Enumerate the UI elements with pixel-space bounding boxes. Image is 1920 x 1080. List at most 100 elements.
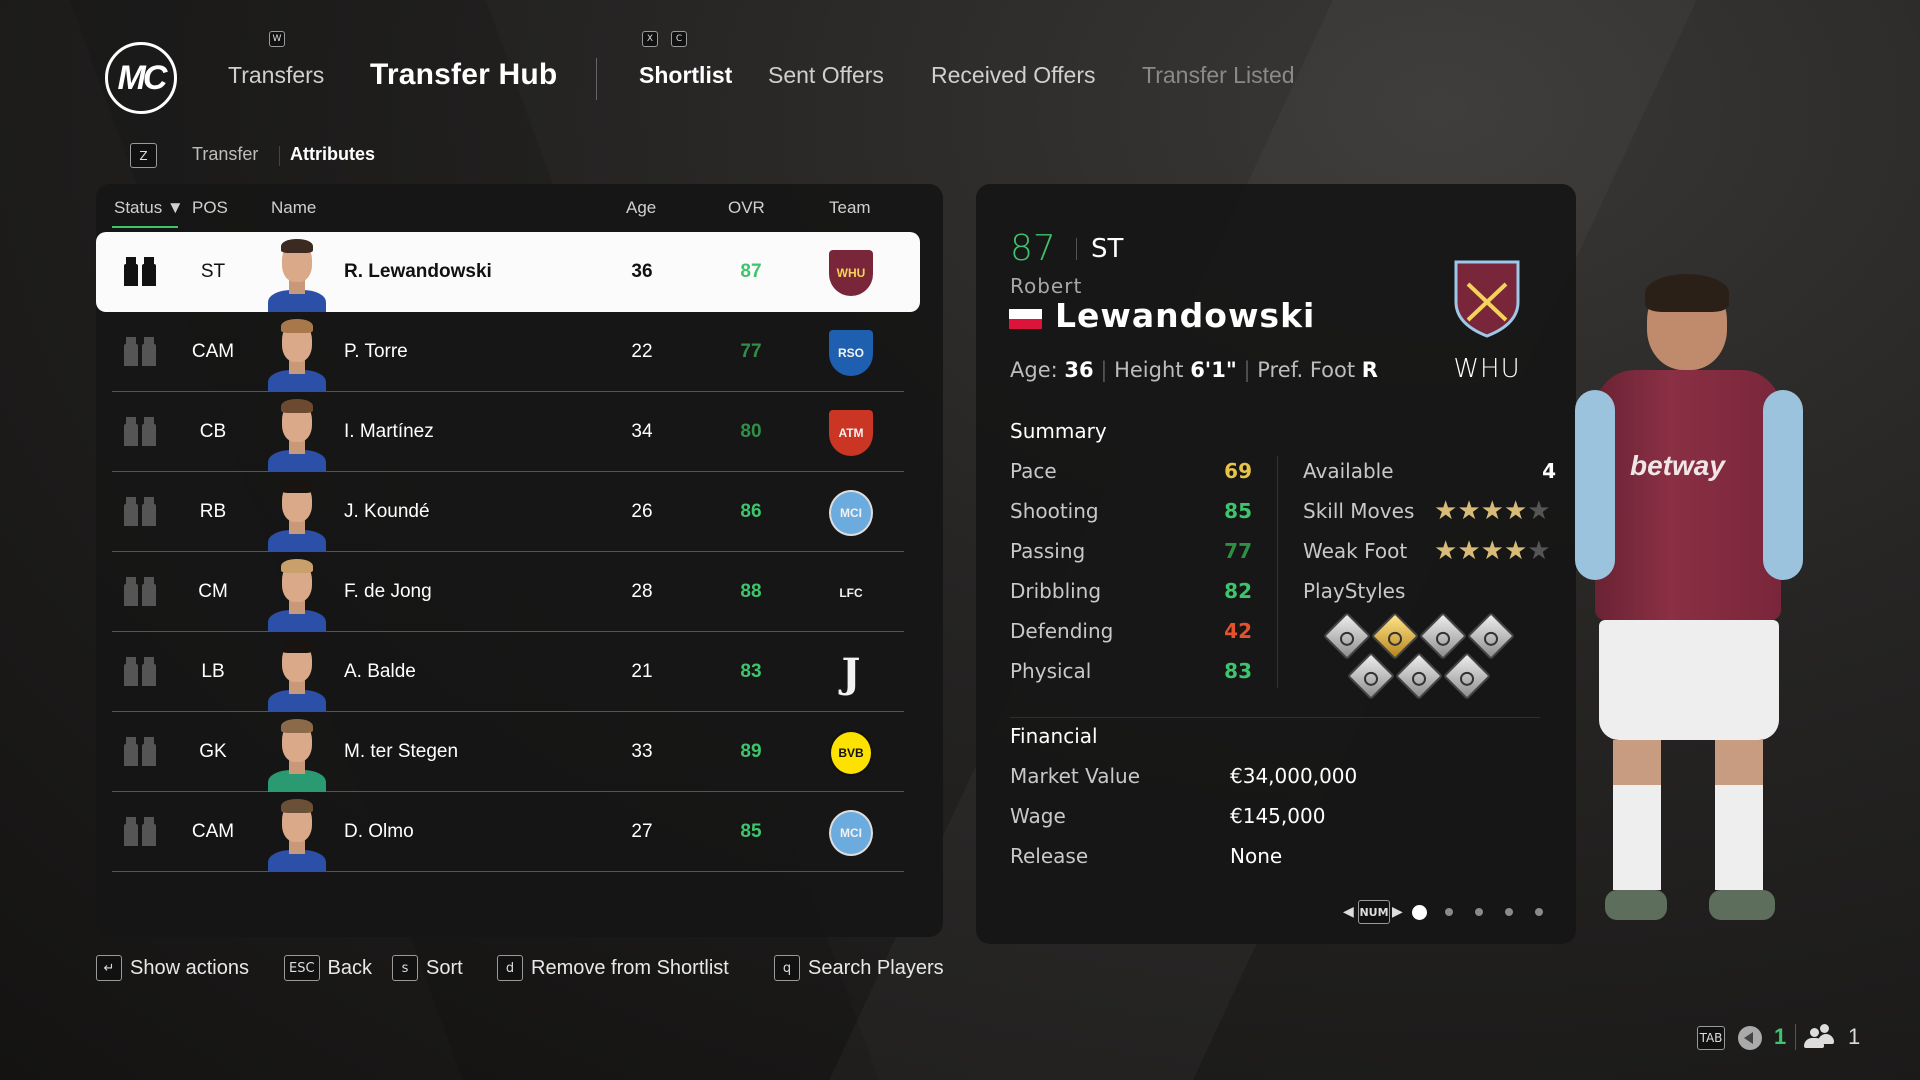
stat-label: Pace [1010,459,1057,483]
binoculars-scout-icon[interactable] [124,337,158,366]
star-icon: ★ [1457,495,1481,525]
key-hint-c: C [671,31,687,47]
financial-label: Release [1010,844,1089,868]
team-abbreviation: WHU [836,266,866,280]
hint-remove-from-shortlist[interactable]: d Remove from Shortlist [497,955,729,981]
player-portrait [268,236,326,312]
player-ovr: 86 [740,501,762,522]
available-value: 4 [1542,459,1556,483]
key-hint: d [497,955,523,981]
binoculars-scout-icon[interactable] [124,817,158,846]
column-header-pos[interactable]: POS [192,198,228,218]
player-age: 33 [631,741,653,762]
star-icon: ★ [1480,535,1504,565]
hint-label: Search Players [808,956,944,979]
hint-search-players[interactable]: q Search Players [774,955,944,981]
pager-next-icon[interactable]: ▶ [1392,903,1403,920]
stat-value: 83 [1224,659,1252,683]
column-header-ovr[interactable]: OVR [728,198,765,218]
player-name: D. Olmo [344,821,414,842]
star-icon: ★ [1434,535,1458,565]
table-row[interactable]: GK M. ter Stegen 33 89 BVB [96,712,920,792]
pager-prev-icon[interactable]: ◀ [1343,903,1354,920]
stat-value: 85 [1224,499,1252,523]
player-position: LB [201,661,225,682]
tab-sent-offers[interactable]: Sent Offers [768,62,884,89]
subtab-attributes[interactable]: Attributes [290,144,375,165]
binoculars-scout-icon[interactable] [124,257,158,286]
player-age: 26 [631,501,653,522]
weak-foot-stars: ★★★★★ [1434,537,1551,564]
player-ovr: 83 [740,661,762,682]
player-name: P. Torre [344,341,408,362]
player-name: J. Koundé [344,501,430,522]
west-ham-crest-icon [1454,260,1520,338]
binoculars-scout-icon[interactable] [124,737,158,766]
hint-back[interactable]: ESC Back [284,955,372,981]
column-header-age[interactable]: Age [626,198,656,218]
star-icon: ★ [1480,495,1504,525]
player-portrait [268,316,326,392]
player-portrait [268,556,326,632]
player-first-name: Robert [1010,274,1083,298]
player-ovr: 85 [740,821,762,842]
page-dot[interactable] [1445,908,1453,916]
star-icon: ★ [1503,535,1528,565]
player-name: R. Lewandowski [344,261,492,282]
team-crest-icon: LFC [829,570,873,616]
player-position: CB [199,421,227,442]
binoculars-scout-icon[interactable] [124,417,158,446]
key-hint-num: NUM [1358,900,1390,924]
table-row[interactable]: LB A. Balde 21 83 J [96,632,920,712]
binoculars-scout-icon[interactable] [124,497,158,526]
player-ovr: 77 [740,341,762,362]
financial-value: €145,000 [1230,804,1326,828]
page-dot[interactable] [1412,905,1427,920]
stat-value: 82 [1224,579,1252,603]
player-position: CM [198,581,228,602]
nav-transfers[interactable]: Transfers [228,62,324,89]
stat-value: 69 [1224,459,1252,483]
tab-shortlist[interactable]: Shortlist [639,62,732,89]
key-hint-x: X [642,31,658,47]
team-crest-icon: BVB [829,730,873,776]
page-dot[interactable] [1475,908,1483,916]
hint-sort[interactable]: s Sort [392,955,463,981]
table-row[interactable]: ST R. Lewandowski 36 87 WHU [96,232,920,312]
page-dot[interactable] [1505,908,1513,916]
stat-label: Physical [1010,659,1092,683]
skill-moves-label: Skill Moves [1303,499,1415,523]
tab-transfer-listed[interactable]: Transfer Listed [1142,62,1295,89]
player-ovr: 80 [740,421,762,442]
team-crest-icon: MCI [829,810,873,856]
binoculars-scout-icon[interactable] [124,657,158,686]
subtab-transfer[interactable]: Transfer [192,144,258,165]
available-label: Available [1303,459,1394,483]
player-age: 36 [631,261,653,282]
table-row[interactable]: CM F. de Jong 28 88 LFC [96,552,920,632]
column-header-status[interactable]: Status ▼ [114,198,184,218]
table-row[interactable]: CAM D. Olmo 27 85 MCI [96,792,920,872]
financial-value: €34,000,000 [1230,764,1358,788]
nav-divider [596,58,597,100]
table-row[interactable]: CB I. Martínez 34 80 ATM [96,392,920,472]
hint-show-actions[interactable]: ↵ Show actions [96,955,249,981]
column-header-name[interactable]: Name [271,198,316,218]
page-dot[interactable] [1535,908,1543,916]
binoculars-scout-icon[interactable] [124,577,158,606]
star-icon: ★ [1457,535,1481,565]
team-abbreviation: MCI [840,826,862,840]
stat-label: Shooting [1010,499,1099,523]
status-divider [1795,1024,1796,1050]
table-row[interactable]: CAM P. Torre 22 77 RSO [96,312,920,392]
team-crest-icon: ATM [829,410,873,456]
nav-transfer-hub[interactable]: Transfer Hub [370,58,557,92]
team-abbreviation: ATM [838,426,864,440]
column-header-team[interactable]: Team [829,198,871,218]
club-abbreviation: WHU [1453,354,1521,384]
tab-received-offers[interactable]: Received Offers [931,62,1095,89]
table-row[interactable]: RB J. Koundé 26 86 MCI [96,472,920,552]
team-abbreviation: MCI [840,506,862,520]
player-position: GK [199,741,227,762]
player-position: CAM [191,341,235,362]
